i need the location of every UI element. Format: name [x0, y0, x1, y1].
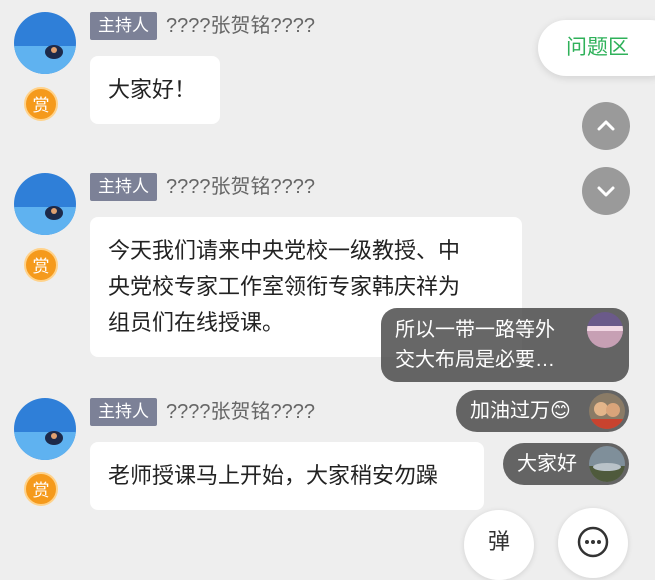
message-bubble: 老师授课马上开始，大家稍安勿躁: [90, 442, 484, 510]
sender-name: ????张贺铭????: [166, 401, 315, 423]
danmaku-text-line: 交大布局是必要…: [395, 349, 555, 371]
scroll-down-button[interactable]: [582, 167, 630, 215]
message-bubble: 大家好！: [90, 56, 220, 124]
message-text-line: 今天我们请来中央党校一级教授、中: [108, 238, 461, 263]
scroll-up-button[interactable]: [582, 102, 630, 150]
danmaku-text: 大家好: [517, 453, 577, 475]
more-options-button[interactable]: [558, 508, 628, 578]
question-area-tab[interactable]: 问题区: [538, 20, 655, 76]
host-avatar[interactable]: [14, 12, 76, 74]
message-text: 大家好！: [108, 77, 197, 102]
host-tag: 主持人: [90, 398, 157, 426]
host-tag: 主持人: [90, 12, 157, 40]
reward-badge[interactable]: 赏: [24, 87, 58, 121]
host-avatar[interactable]: [14, 398, 76, 460]
message-text: 老师授课马上开始，大家稍安勿躁: [108, 463, 439, 488]
danmaku-comment: 大家好: [503, 443, 629, 485]
more-icon: [577, 526, 609, 558]
message-text-line: 央党校专家工作室领衔专家韩庆祥为: [108, 274, 461, 299]
danmaku-comment: 所以一带一路等外 交大布局是必要…: [381, 308, 629, 382]
reward-badge[interactable]: 赏: [24, 472, 58, 506]
reward-badge[interactable]: 赏: [24, 248, 58, 282]
sender-name: ????张贺铭????: [166, 15, 315, 37]
danmaku-toggle-label: 弹: [487, 529, 510, 554]
danmaku-user-avatar[interactable]: [587, 312, 623, 348]
danmaku-text: 加油过万😊: [470, 400, 571, 422]
host-avatar[interactable]: [14, 173, 76, 235]
chevron-up-icon: [597, 120, 615, 131]
chevron-down-icon: [597, 186, 615, 197]
host-tag: 主持人: [90, 173, 157, 201]
danmaku-user-avatar[interactable]: [589, 446, 625, 482]
danmaku-text-line: 所以一带一路等外: [395, 319, 555, 341]
danmaku-toggle-button[interactable]: 弹: [464, 510, 534, 580]
sender-name: ????张贺铭????: [166, 176, 315, 198]
danmaku-comment: 加油过万😊: [456, 390, 629, 432]
danmaku-user-avatar[interactable]: [589, 393, 625, 429]
